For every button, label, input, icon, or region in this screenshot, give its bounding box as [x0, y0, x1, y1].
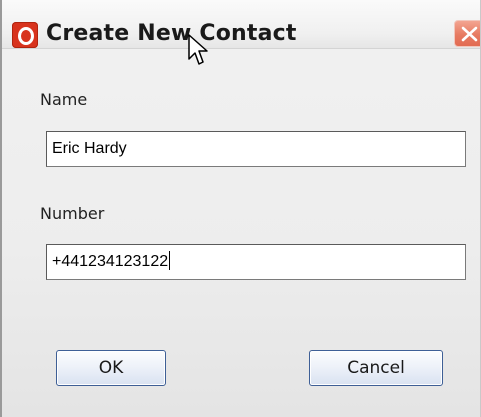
opera-logo-icon	[12, 22, 38, 48]
title-bar[interactable]: Create New Contact	[2, 0, 480, 49]
close-button[interactable]	[454, 20, 480, 47]
text-caret	[169, 251, 171, 270]
close-icon	[461, 26, 478, 42]
name-field[interactable]: Eric Hardy	[46, 131, 466, 167]
cancel-button[interactable]: Cancel	[309, 350, 443, 386]
ok-button[interactable]: OK	[56, 350, 166, 386]
number-field-value: +441234123122	[52, 253, 169, 270]
number-field[interactable]: +441234123122	[46, 244, 466, 280]
name-field-value: Eric Hardy	[52, 140, 127, 157]
dialog-title: Create New Contact	[46, 21, 297, 46]
create-contact-dialog: Create New Contact Name Eric Hardy Numbe…	[0, 0, 481, 417]
name-label: Name	[40, 90, 88, 109]
number-label: Number	[40, 204, 105, 223]
